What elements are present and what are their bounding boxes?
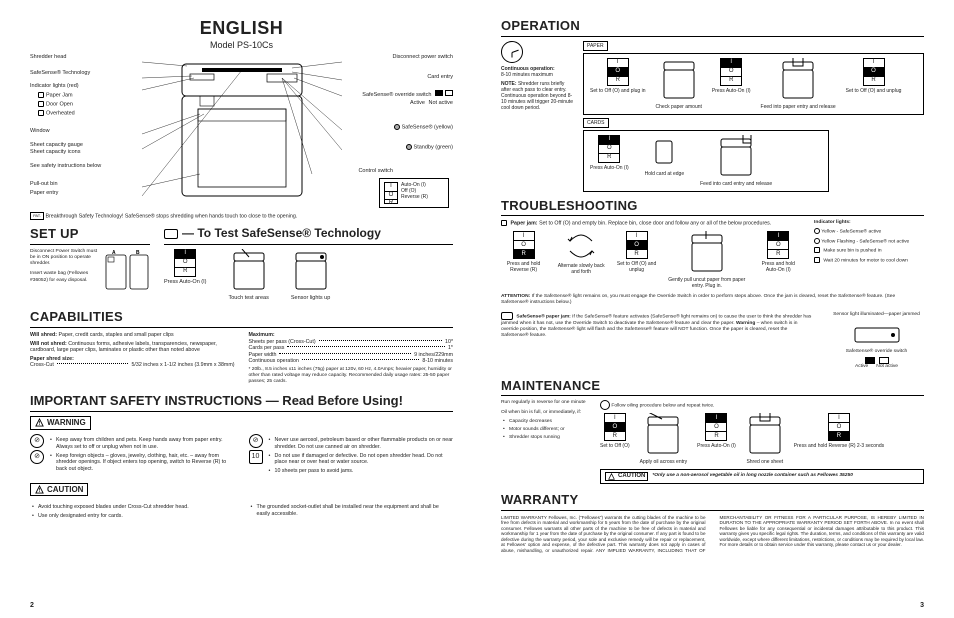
- warranty-body: LIMITED WARRANTY Fellowes, Inc. ("Fellow…: [501, 515, 924, 554]
- oilcan-icon: [600, 400, 610, 410]
- caution-badge: ! CAUTION: [30, 483, 88, 497]
- svg-text:A: A: [112, 250, 116, 256]
- test-title: — To Test SafeSense® Technology: [164, 226, 453, 244]
- language-title: ENGLISH: [30, 18, 453, 40]
- capabilities-title: CAPABILITIES: [30, 309, 453, 328]
- product-diagram: Shredder head SafeSense® Technology Indi…: [30, 50, 453, 208]
- page-number-right: 3: [920, 602, 924, 610]
- paperjam-icon: [38, 92, 44, 98]
- page-number-left: 2: [30, 602, 34, 610]
- svg-text:B: B: [136, 250, 140, 256]
- shredder-illustration: [142, 54, 342, 204]
- setup-diagram: A B: [102, 249, 150, 293]
- warning-badge: ! WARNING: [30, 416, 91, 430]
- warranty-title: WARRANTY: [501, 492, 924, 511]
- breakthrough-line: PAT. Breakthrough Safety Technology! Saf…: [30, 212, 453, 220]
- svg-text:!: !: [39, 488, 41, 494]
- safesense-icon: [501, 312, 513, 320]
- control-switch-legend: IOR Auto-On (I) Off (O) Reverse (R): [379, 178, 449, 208]
- override-inactive-icon: [445, 90, 453, 96]
- callout-indicator: Indicator lights (red): [30, 83, 79, 90]
- operation-title: OPERATION: [501, 18, 924, 37]
- setup-title: SET UP: [30, 226, 150, 245]
- page-right: OPERATION Continuous operation:8-10 minu…: [477, 0, 954, 618]
- led-yellow-icon: [394, 124, 400, 130]
- override-off-icon: [879, 357, 889, 364]
- override-active-icon: [435, 90, 443, 96]
- maintenance-title: MAINTENANCE: [501, 378, 924, 397]
- dooropen-icon: [38, 101, 44, 107]
- mini-shredder-sensor-icon: [292, 249, 330, 293]
- led-flash-icon: [814, 238, 820, 244]
- switch-icon: IOR: [174, 249, 196, 277]
- clock-icon: [501, 41, 523, 63]
- sheet-count-icon: 10: [249, 450, 263, 464]
- callout-safesense: SafeSense® Technology: [30, 70, 90, 77]
- override-diagram: [847, 320, 907, 348]
- back-forth-icon: [564, 231, 598, 261]
- svg-text:!: !: [39, 421, 41, 427]
- led-green-icon: [406, 144, 412, 150]
- troubleshooting-title: TROUBLESHOOTING: [501, 198, 924, 217]
- cards-tab: CARDS: [583, 118, 609, 128]
- model-number: Model PS-10Cs: [30, 40, 453, 51]
- safety-title: IMPORTANT SAFETY INSTRUCTIONS — Read Bef…: [30, 393, 453, 412]
- paper-tab: PAPER: [583, 41, 608, 51]
- no-children-icon: ⊘: [30, 434, 44, 448]
- no-aerosol-icon: ⊘: [249, 434, 263, 448]
- callout-shredder-head: Shredder head: [30, 54, 66, 61]
- page-left: ENGLISH Model PS-10Cs Shredder head Safe…: [0, 0, 477, 618]
- maint-caution-badge: CAUTION: [605, 472, 648, 482]
- led-icon: [814, 228, 820, 234]
- no-hands-icon: ⊘: [30, 450, 44, 464]
- bin-icon: [814, 247, 820, 253]
- warning-triangle-icon: !: [35, 418, 44, 427]
- thermo-icon: [814, 257, 820, 263]
- mini-shredder-icon: [230, 249, 268, 293]
- jam-icon: [501, 220, 507, 226]
- patent-icon: PAT.: [30, 212, 44, 220]
- overheat-icon: [38, 110, 44, 116]
- override-on-icon: [865, 357, 875, 364]
- safesense-badge-icon: [164, 229, 178, 239]
- caution-triangle-icon: !: [35, 485, 44, 494]
